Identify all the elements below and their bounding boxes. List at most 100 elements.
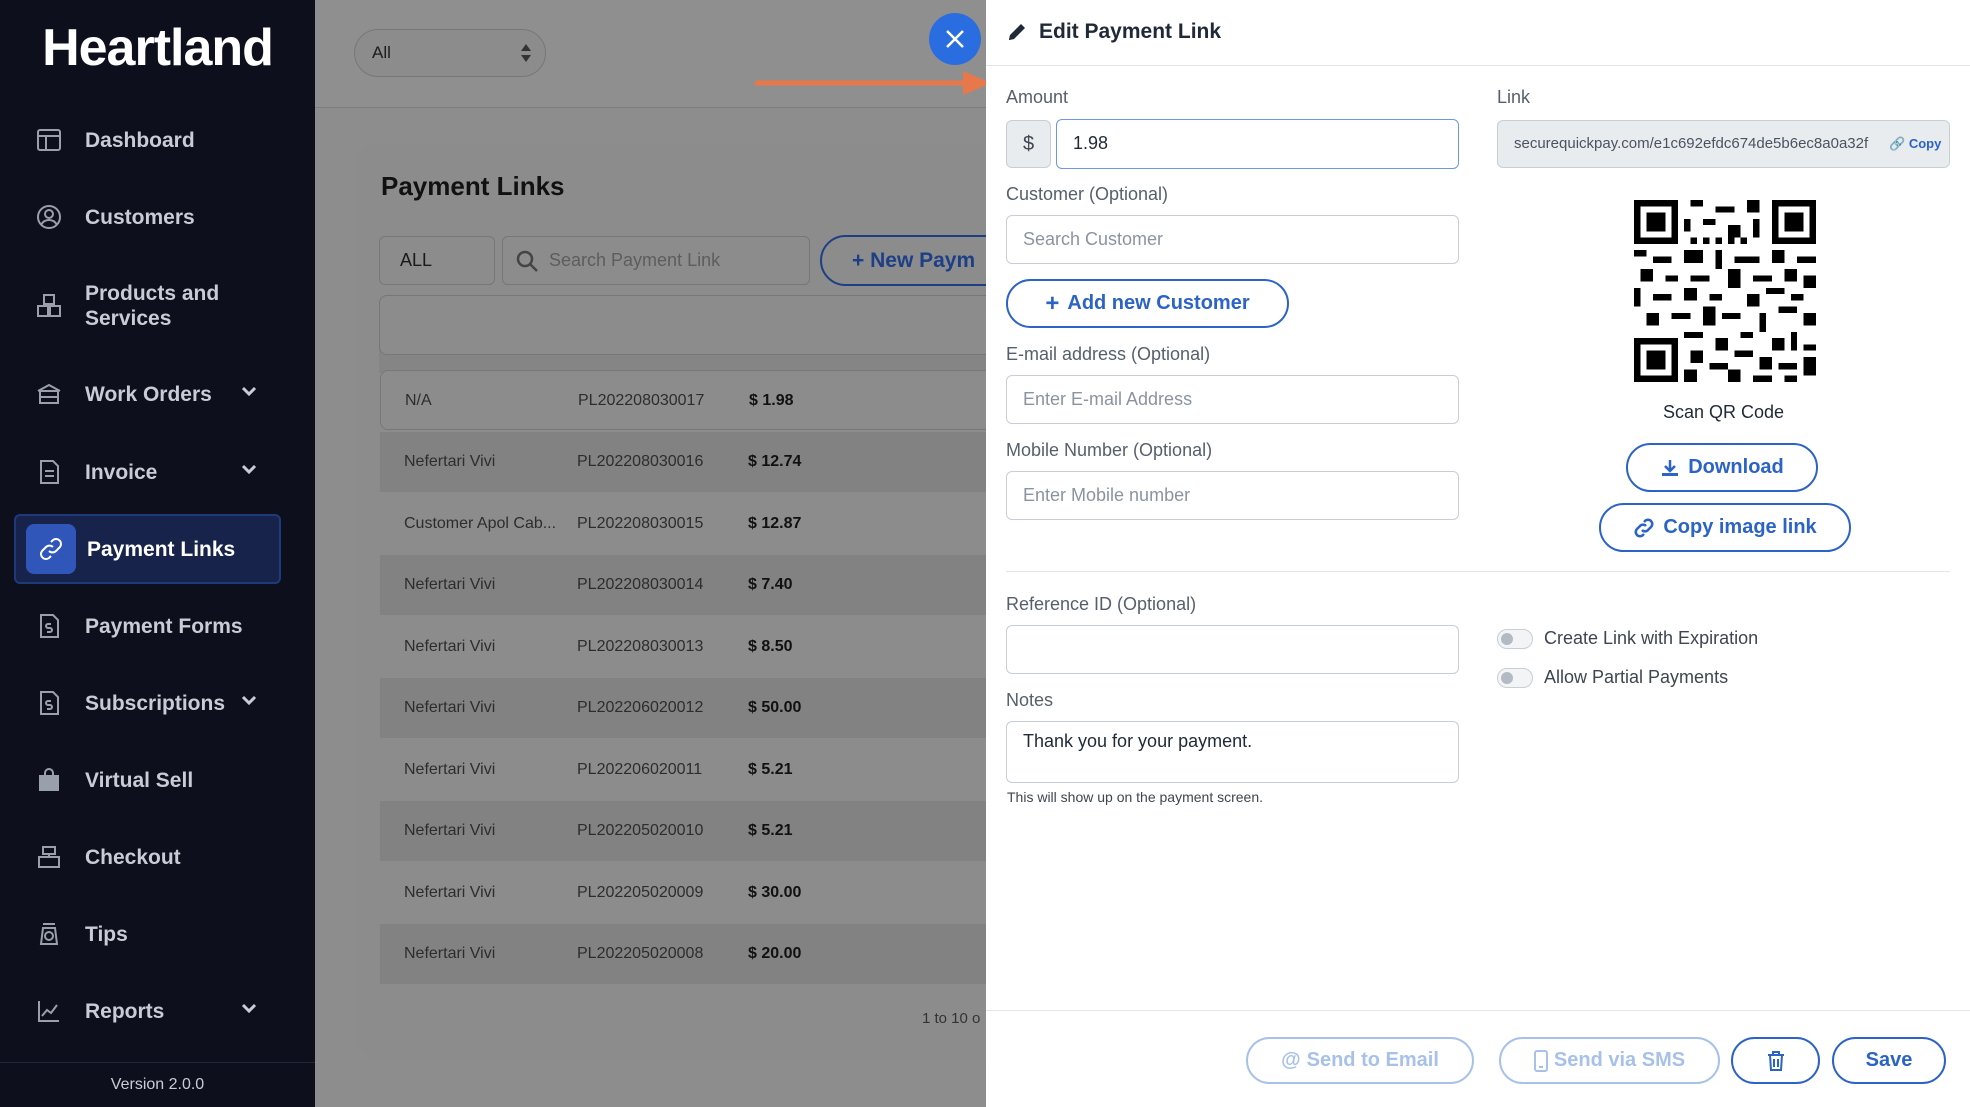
send-via-sms-button[interactable]: Send via SMS (1499, 1037, 1720, 1084)
reference-label: Reference ID (Optional) (1006, 594, 1197, 614)
cell-link-code: PL202205020010 (577, 822, 704, 839)
cell-customer: Nefertari Vivi (404, 699, 496, 716)
table-row[interactable]: Nefertari Vivi PL202208030014 $ 7.40 (380, 555, 1056, 615)
sidebar-item-tips[interactable]: Tips (14, 899, 281, 969)
payment-links-table: N/A PL202208030017 $ 1.98 Nefertari Vivi… (355, 143, 1056, 984)
sidebar-item-label: Payment Forms (85, 614, 243, 638)
email-label: E-mail address (Optional) (1006, 344, 1211, 364)
drawer-title: Edit Payment Link (1039, 20, 1222, 43)
select-arrows-icon (521, 44, 531, 62)
close-drawer-button[interactable] (929, 13, 981, 65)
sidebar-item-reports[interactable]: Reports (14, 976, 281, 1046)
chart-icon (33, 995, 65, 1027)
cell-link-code: PL202205020009 (577, 884, 704, 901)
amount-label: Amount (1006, 87, 1069, 107)
table-row[interactable]: Nefertari Vivi PL202205020010 $ 5.21 (380, 801, 1056, 861)
link-label: Link (1497, 87, 1531, 107)
link-icon (26, 524, 76, 574)
email-field[interactable]: Enter E-mail Address (1006, 375, 1459, 424)
pagination-info: 1 to 10 o (922, 1010, 981, 1027)
sidebar-item-label: Dashboard (85, 128, 195, 152)
send-to-email-button[interactable]: @ Send to Email (1246, 1037, 1474, 1084)
save-button[interactable]: Save (1832, 1037, 1946, 1084)
chevron-down-icon (239, 690, 259, 710)
cell-amount: $ 12.74 (748, 453, 802, 470)
drawer-footer (986, 1010, 1970, 1107)
table-row[interactable]: Nefertari Vivi PL202205020008 $ 20.00 (380, 924, 1056, 984)
cell-customer: Customer Apol Cab... (404, 515, 557, 532)
subscription-icon (33, 687, 65, 719)
copy-image-link-button[interactable]: Copy image link (1599, 503, 1851, 552)
cell-amount: $ 8.50 (748, 638, 793, 655)
table-row[interactable]: Nefertari Vivi PL202206020011 $ 5.21 (380, 740, 1056, 800)
expiration-toggle[interactable] (1497, 629, 1533, 649)
sidebar-item-label: Payment Links (87, 537, 236, 561)
cell-link-code: PL202208030015 (577, 515, 704, 532)
mobile-field[interactable]: Enter Mobile number (1006, 471, 1459, 520)
link-icon: 🔗 (1889, 136, 1906, 151)
cell-link-code: PL202205020008 (577, 945, 704, 962)
sidebar-item-work-orders[interactable]: Work Orders (14, 359, 281, 429)
at-sign-icon: @ (1281, 1049, 1301, 1071)
payment-link-value: securequickpay.com/e1c692efdc674de5b6ec8… (1514, 135, 1869, 152)
chevron-down-icon (239, 381, 259, 401)
sidebar-item-label: Products and Services (85, 282, 220, 330)
qr-code-image (1634, 200, 1816, 382)
notes-hint: This will show up on the payment screen. (1007, 789, 1264, 805)
expiration-toggle-label: Create Link with Expiration (1544, 628, 1759, 648)
copy-link-button[interactable]: 🔗 Copy (1879, 121, 1949, 167)
cell-customer: Nefertari Vivi (404, 945, 496, 962)
cell-amount: $ 12.87 (748, 515, 802, 532)
boxes-icon (33, 290, 65, 322)
send-to-email-label: Send to Email (1306, 1049, 1439, 1071)
chevron-down-icon (239, 459, 259, 479)
download-label: Download (1688, 456, 1784, 478)
search-customer-input[interactable]: Search Customer (1006, 215, 1459, 264)
cell-link-code: PL202206020012 (577, 699, 704, 716)
sidebar-item-dashboard[interactable]: Dashboard (14, 105, 281, 175)
notes-label: Notes (1006, 690, 1054, 710)
edit-payment-link-drawer: Edit Payment Link Amount $ 1.98 Customer… (986, 0, 1970, 1107)
table-row[interactable]: Nefertari Vivi PL202206020012 $ 50.00 (380, 678, 1056, 738)
section-divider (1006, 571, 1950, 572)
add-new-customer-button[interactable]: + Add new Customer (1006, 279, 1289, 328)
annotation-arrow-icon (755, 71, 991, 95)
drawer-header: Edit Payment Link (986, 0, 1970, 66)
cell-customer: Nefertari Vivi (404, 761, 496, 778)
amount-input[interactable]: 1.98 (1056, 119, 1459, 169)
brand-logo[interactable]: Heartland (0, 18, 315, 78)
table-row[interactable]: Nefertari Vivi PL202208030016 $ 12.74 (380, 432, 1056, 492)
sidebar-item-virtual-sell[interactable]: Virtual Sell (14, 745, 281, 815)
version-label: Version 2.0.0 (0, 1062, 315, 1107)
cell-customer: N/A (405, 392, 432, 409)
delete-button[interactable] (1731, 1037, 1820, 1084)
copy-image-link-label: Copy image link (1663, 516, 1817, 538)
table-row[interactable]: Customer Apol Cab... PL202208030015 $ 12… (380, 494, 1056, 554)
sidebar-item-label: Customers (85, 205, 195, 229)
cell-link-code: PL202206020011 (577, 761, 703, 778)
sidebar-item-checkout[interactable]: Checkout (14, 822, 281, 892)
work-orders-icon (33, 378, 65, 410)
bag-icon (33, 764, 65, 796)
mobile-icon (1533, 1049, 1548, 1072)
payment-link-field[interactable]: securequickpay.com/e1c692efdc674de5b6ec8… (1497, 120, 1950, 168)
notes-textarea[interactable]: Thank you for your payment. (1006, 721, 1459, 783)
table-row[interactable]: N/A PL202208030017 $ 1.98 (380, 370, 1056, 430)
sidebar-item-label: Checkout (85, 845, 181, 869)
sidebar-item-subscriptions[interactable]: Subscriptions (14, 668, 281, 738)
trash-icon (1767, 1050, 1784, 1071)
table-row[interactable]: Nefertari Vivi PL202205020009 $ 30.00 (380, 863, 1056, 923)
sidebar-item-customers[interactable]: Customers (14, 182, 281, 252)
mobile-label: Mobile Number (Optional) (1006, 440, 1213, 460)
sidebar: Heartland Dashboard Customers Products a… (0, 0, 315, 1107)
sidebar-item-payment-links[interactable]: Payment Links (14, 514, 281, 584)
cell-amount: $ 5.21 (748, 822, 793, 839)
sidebar-item-payment-forms[interactable]: Payment Forms (14, 591, 281, 661)
status-filter-select[interactable]: All (354, 29, 546, 77)
partial-payments-toggle[interactable] (1497, 668, 1533, 688)
table-row[interactable]: Nefertari Vivi PL202208030013 $ 8.50 (380, 617, 1056, 677)
reference-id-field[interactable] (1006, 625, 1459, 674)
sidebar-item-invoice[interactable]: Invoice (14, 437, 281, 507)
sidebar-item-products[interactable]: Products and Services (14, 271, 281, 341)
download-qr-button[interactable]: Download (1626, 443, 1818, 492)
